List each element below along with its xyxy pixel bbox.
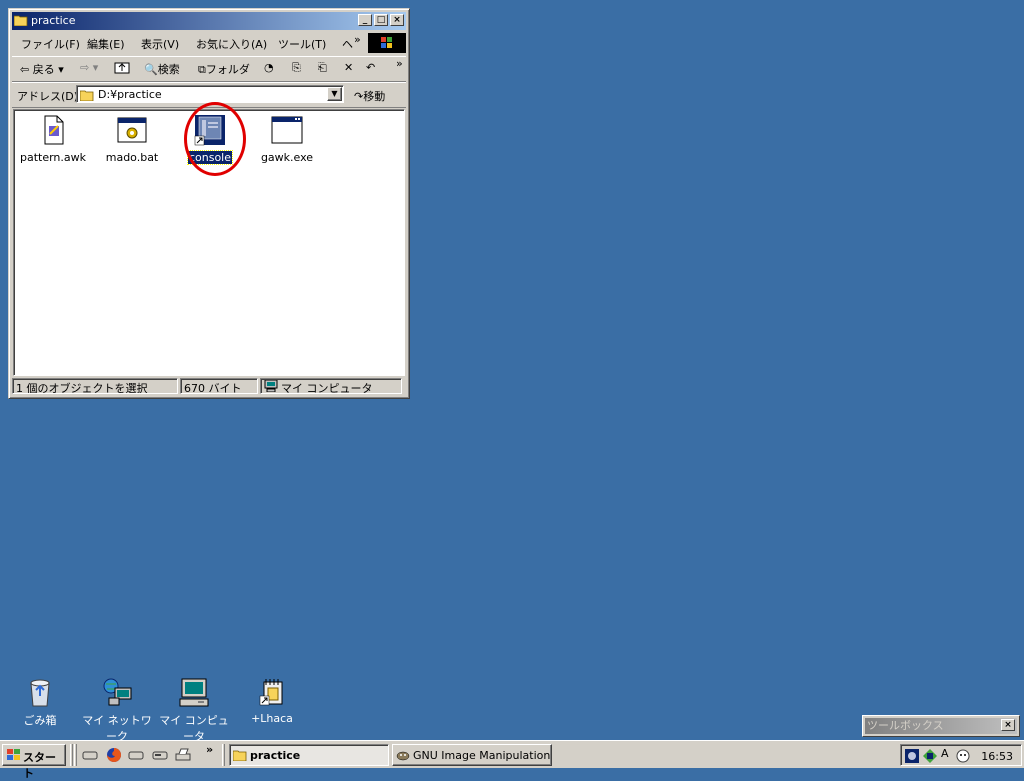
address-label: アドレス(D) [17,90,79,103]
menu-tools[interactable]: ツール(T) [278,36,326,52]
minimize-button[interactable]: _ [358,14,372,26]
undo-button[interactable]: ↶ [366,61,375,74]
highlight-circle [184,102,246,176]
delete-button[interactable]: ✕ [344,61,353,74]
menu-file[interactable]: ファイル(F) [21,36,80,52]
standard-toolbar: ⇦ 戻る ▾ ⇨ ▾ 🔍検索 ⧉フォルダ ◔ ⎘ ⎗ ✕ ↶ » [12,56,406,82]
file-view[interactable]: pattern.awk mado.bat console gawk.exe [13,102,405,376]
close-button[interactable]: × [390,14,404,26]
folders-button[interactable]: ⧉フォルダ [198,61,250,77]
windows-flag-icon [7,749,20,760]
system-tray: A 16:53 [900,744,1022,766]
windows-logo-icon [368,33,406,53]
desktop-icon-my-computer[interactable]: マイ コンピュータ [154,676,234,744]
file-item[interactable]: mado.bat [94,114,170,164]
menu-bar: ファイル(F) 編集(E) 表示(V) お気に入り(A) ツール(T) ヘ » [12,33,406,53]
computer-icon [264,380,278,392]
folder-icon [233,750,247,761]
back-button[interactable]: ⇦ 戻る ▾ [20,61,64,77]
explorer-window[interactable]: practice _ □ × ファイル(F) 編集(E) 表示(V) お気に入り… [8,8,410,399]
toolbar-chevron[interactable]: » [396,57,403,70]
ime-mode-icon[interactable]: A [941,747,949,760]
ime-tray-icon[interactable] [922,748,938,764]
forward-arrow-icon: ⇨ [80,61,90,74]
gimp-icon [396,751,410,761]
menu-chevron[interactable]: » [354,33,361,46]
file-item[interactable]: gawk.exe [249,114,325,164]
firefox-icon[interactable] [106,747,122,763]
status-size: 670 バイト [180,378,258,394]
go-button[interactable]: ↷移動 [354,88,385,104]
title-bar[interactable]: practice _ □ × [12,12,406,30]
menu-favorites[interactable]: お気に入り(A) [196,36,267,52]
quicklaunch-chevron[interactable]: » [206,743,213,756]
clock[interactable]: 16:53 [981,750,1013,763]
desktop-icon-lhaca[interactable]: +Lhaca [232,676,312,725]
toolbar-grip[interactable] [70,744,73,766]
text-file-icon [37,114,69,146]
app-tray-icon[interactable] [904,748,920,764]
status-bar: 1 個のオブジェクトを選択 670 バイト マイ コンピュータ [12,377,406,395]
printer-icon[interactable] [175,747,191,763]
forward-button[interactable]: ⇨ ▾ [80,61,98,74]
desktop-icon-recycle-bin[interactable]: ごみ箱 [0,676,80,728]
folders-icon: ⧉ [198,63,206,76]
drive-icon[interactable] [82,747,98,763]
desktop-icon-network[interactable]: マイ ネットワーク [77,676,157,744]
undo-icon: ↶ [366,61,376,74]
toolbox-window[interactable]: ツールボックス × [862,715,1020,737]
status-selection: 1 個のオブジェクトを選択 [12,378,178,394]
taskbar: スタート » practice GNU Image Manipulation .… [0,740,1024,780]
toolbar-grip[interactable] [74,744,77,766]
exe-file-icon [271,114,303,146]
file-name: pattern.awk [19,151,87,164]
history-icon: ◔ [264,61,274,74]
go-arrow-icon: ↷ [354,90,364,103]
toolbox-close-button[interactable]: × [1001,719,1015,731]
delete-x-icon: ✕ [344,61,354,74]
lhaca-shortcut-icon [256,676,288,708]
batch-file-icon [116,114,148,146]
status-zone: マイ コンピュータ [260,378,402,394]
drive-icon[interactable] [128,747,144,763]
task-button-gimp[interactable]: GNU Image Manipulation ... [392,744,552,766]
recycle-bin-icon [24,676,56,708]
maximize-button[interactable]: □ [374,14,388,26]
task-button-practice[interactable]: practice [229,744,389,766]
history-button[interactable]: ◔ [264,61,274,74]
file-name: mado.bat [105,151,159,164]
window-title: practice [31,14,76,27]
copy-to-button[interactable]: ⎗ [318,61,327,75]
toolbar-grip[interactable] [222,744,225,766]
menu-edit[interactable]: 編集(E) [87,36,125,52]
my-computer-icon [178,676,210,708]
folder-icon [80,90,94,101]
move-to-button[interactable]: ⎘ [292,61,301,75]
folder-icon [14,15,28,26]
copy-to-icon: ⎗ [318,61,327,74]
menu-help[interactable]: ヘ [342,36,353,52]
file-name: gawk.exe [260,151,314,164]
desktop-icon-label: ごみ箱 [23,714,57,727]
start-button[interactable]: スタート [2,744,66,780]
search-icon: 🔍 [144,63,158,76]
desktop-icon-label: +Lhaca [251,712,293,725]
keyboard-tray-icon[interactable] [955,748,971,764]
drive-icon[interactable] [152,747,168,763]
address-input[interactable]: D:¥practice ▼ [76,85,344,103]
up-folder-button[interactable] [114,59,130,78]
back-arrow-icon: ⇦ [20,63,30,76]
up-folder-icon [114,62,130,74]
move-to-icon: ⎘ [292,61,301,74]
search-button[interactable]: 🔍検索 [144,61,180,77]
address-value: D:¥practice [98,88,162,101]
address-dropdown-button[interactable]: ▼ [327,87,342,101]
file-item[interactable]: pattern.awk [15,114,91,164]
menu-view[interactable]: 表示(V) [141,36,179,52]
toolbox-title: ツールボックス [865,718,1017,734]
network-places-icon [101,676,133,708]
